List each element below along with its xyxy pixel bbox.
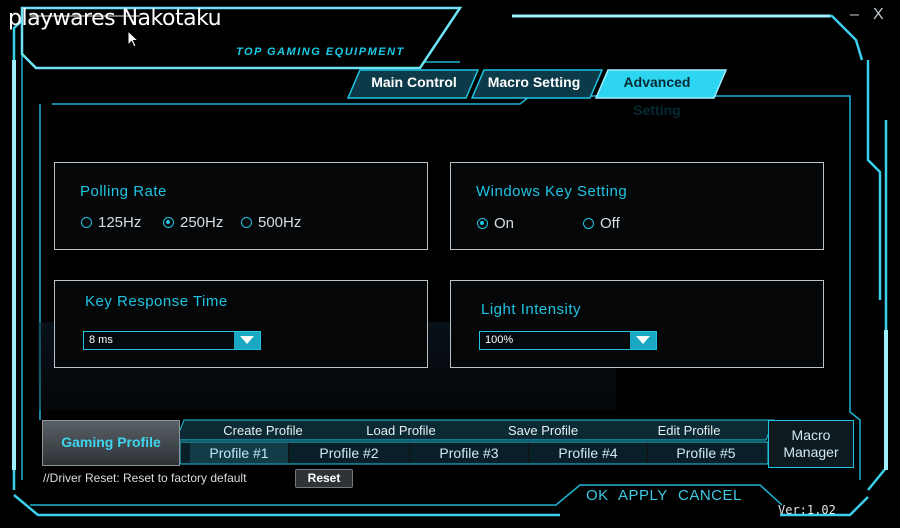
key-response-title: Key Response Time (85, 293, 228, 310)
brand-logo: playwares Nakotaku (8, 6, 222, 31)
driver-reset-label: //Driver Reset: Reset to factory default (43, 471, 247, 485)
radio-icon[interactable] (241, 217, 252, 228)
radio-selected-icon[interactable] (163, 217, 174, 228)
version-label: Ver:1.02 (778, 503, 836, 517)
light-intensity-title: Light Intensity (481, 301, 582, 318)
triangle-down-icon[interactable] (630, 332, 656, 349)
ok-button[interactable]: OK (586, 487, 609, 504)
profile-tab-1[interactable]: Profile #1 (190, 443, 289, 463)
windows-key-panel: Windows Key Setting On Off (450, 162, 824, 250)
polling-500-option[interactable]: 500Hz (241, 214, 301, 231)
save-profile-button[interactable]: Save Profile (470, 422, 616, 440)
polling-125-option[interactable]: 125Hz (81, 214, 141, 231)
key-response-value: 8 ms (89, 334, 113, 346)
key-response-panel: Key Response Time 8 ms (54, 280, 428, 368)
key-response-select[interactable]: 8 ms (83, 331, 261, 350)
create-profile-button[interactable]: Create Profile (190, 422, 336, 440)
arrow-cursor-icon (127, 29, 140, 53)
gaming-profile-button[interactable]: Gaming Profile (42, 420, 180, 466)
macro-manager-button[interactable]: Macro Manager (768, 420, 854, 468)
profile-tab-5[interactable]: Profile #5 (648, 443, 764, 463)
profile-tab-4[interactable]: Profile #4 (529, 443, 648, 463)
profile-tab-2[interactable]: Profile #2 (289, 443, 410, 463)
profile-tab-3[interactable]: Profile #3 (410, 443, 529, 463)
polling-rate-panel: Polling Rate 125Hz 250Hz 500Hz (54, 162, 428, 250)
tab-advanced-setting[interactable]: Advanced Setting (598, 68, 716, 118)
polling-250-option[interactable]: 250Hz (163, 214, 223, 231)
tab-main-control[interactable]: Main Control (358, 68, 470, 96)
triangle-down-icon[interactable] (234, 332, 260, 349)
tab-macro-setting[interactable]: Macro Setting (478, 68, 590, 96)
light-intensity-value: 100% (485, 334, 514, 346)
radio-icon[interactable] (583, 218, 594, 229)
radio-selected-icon[interactable] (477, 218, 488, 229)
windows-key-title: Windows Key Setting (476, 183, 628, 200)
apply-button[interactable]: APPLY (618, 487, 668, 504)
load-profile-button[interactable]: Load Profile (336, 422, 466, 440)
edit-profile-button[interactable]: Edit Profile (616, 422, 762, 440)
windows-key-on-option[interactable]: On (477, 215, 514, 232)
windows-key-off-option[interactable]: Off (583, 215, 620, 232)
cancel-button[interactable]: CANCEL (678, 487, 742, 504)
polling-rate-title: Polling Rate (80, 183, 167, 200)
tagline: TOP GAMING EQUIPMENT (236, 46, 405, 58)
close-button[interactable]: X (873, 6, 884, 24)
light-intensity-panel: Light Intensity 100% (450, 280, 824, 368)
radio-icon[interactable] (81, 217, 92, 228)
reset-button[interactable]: Reset (295, 469, 353, 488)
minimize-button[interactable]: – (850, 6, 859, 24)
light-intensity-select[interactable]: 100% (479, 331, 657, 350)
